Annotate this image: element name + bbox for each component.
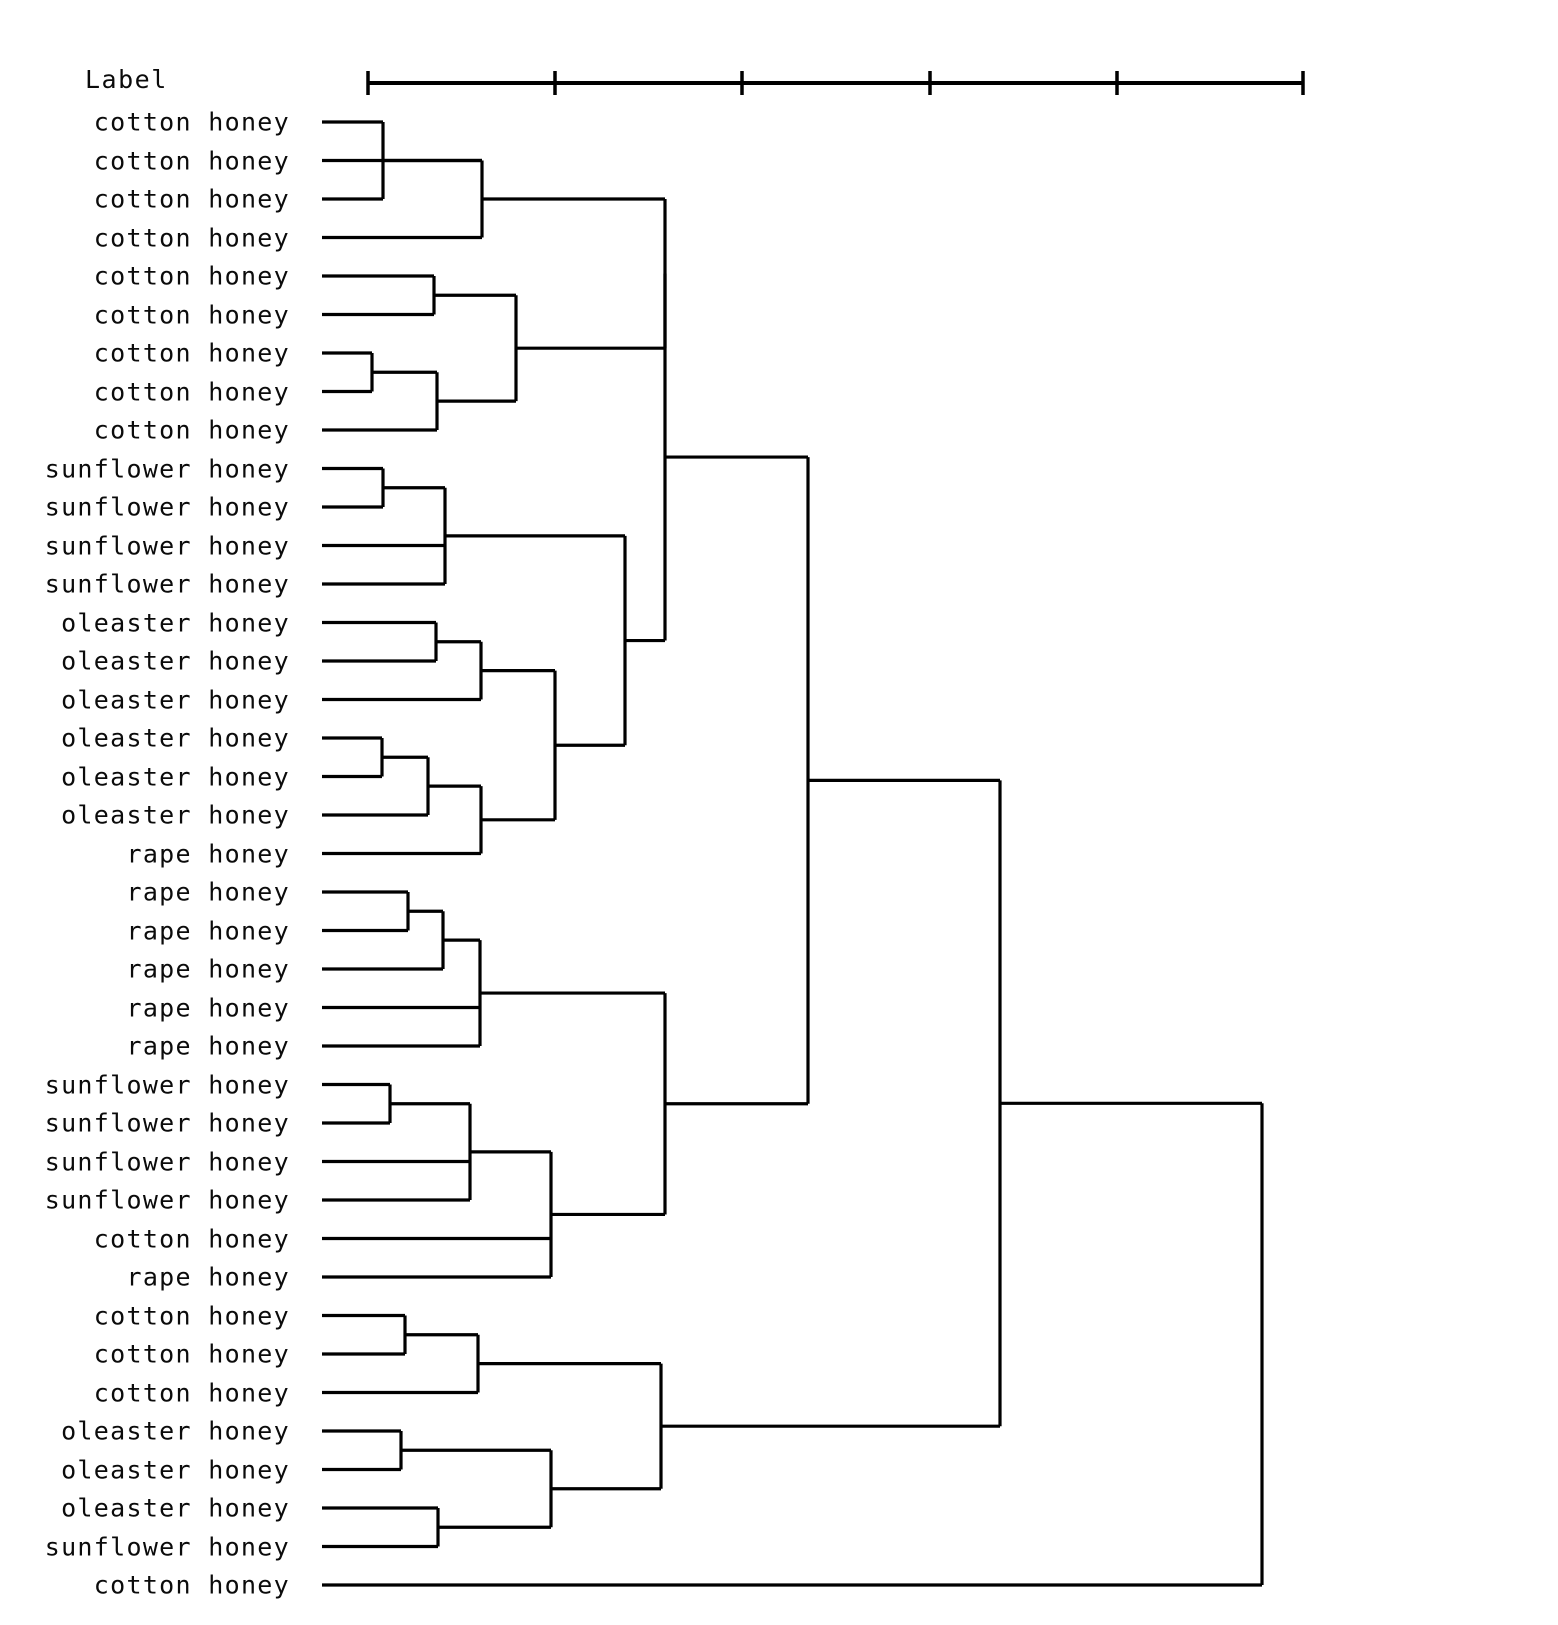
dendrogram-figure: Label cotton honey cotton honey cotton hon… xyxy=(0,0,1558,1625)
distance-axis xyxy=(366,71,1305,95)
dendrogram-canvas xyxy=(322,71,1305,1587)
dendrogram-tree xyxy=(322,120,1264,1587)
